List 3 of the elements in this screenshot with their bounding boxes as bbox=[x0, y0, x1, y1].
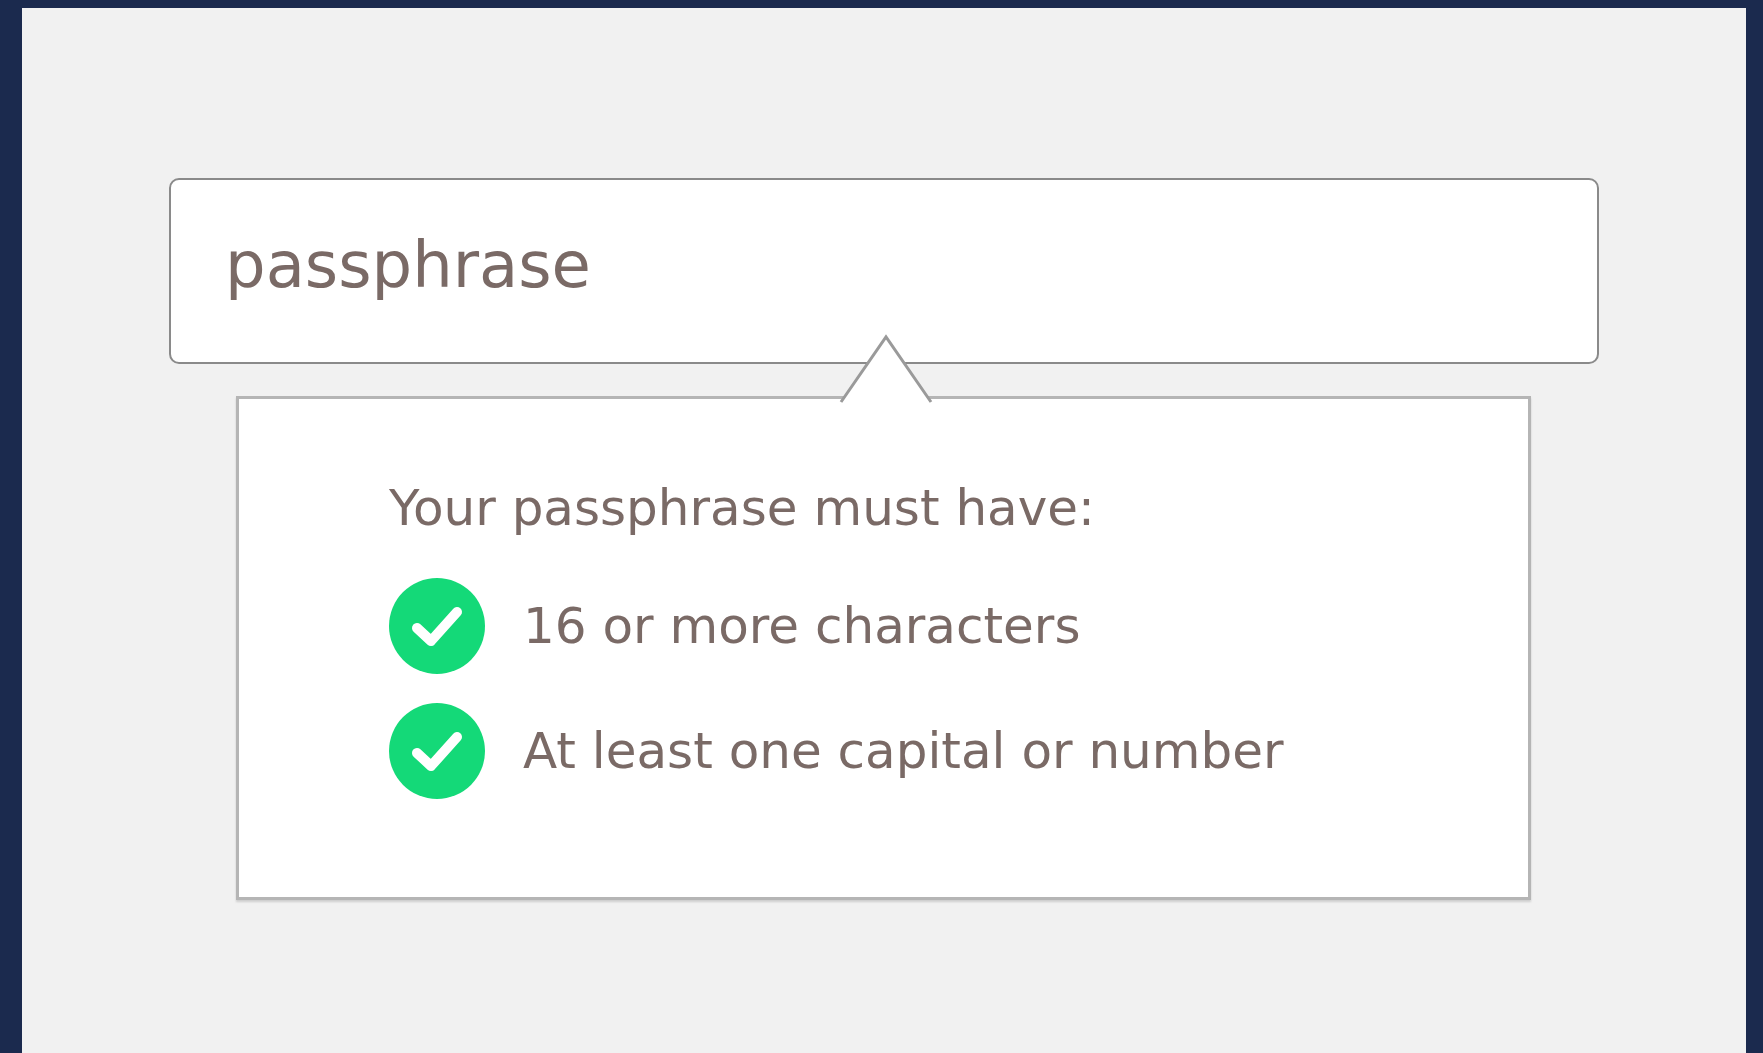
requirement-text: 16 or more characters bbox=[523, 596, 1081, 655]
requirement-text: At least one capital or number bbox=[523, 721, 1284, 780]
requirements-heading: Your passphrase must have: bbox=[389, 479, 1096, 537]
